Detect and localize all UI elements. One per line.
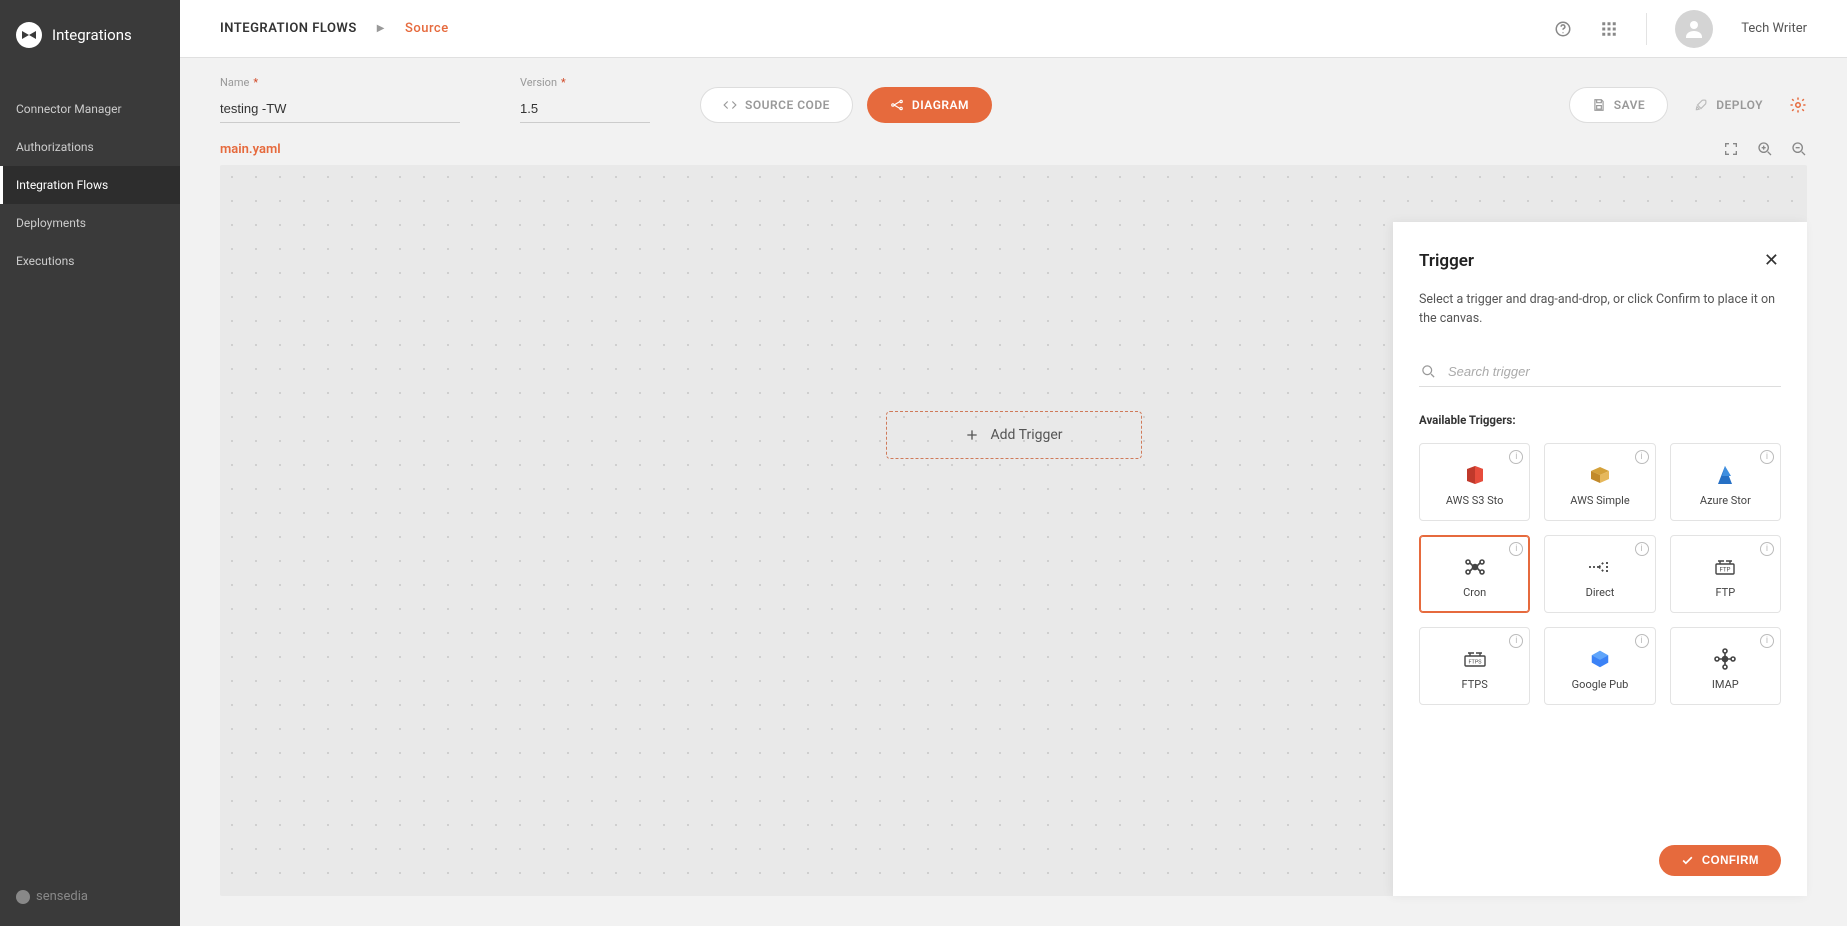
zoom-out-icon[interactable] <box>1791 141 1807 157</box>
info-icon[interactable]: i <box>1760 634 1774 648</box>
canvas[interactable]: Add Trigger Trigger ✕ Select a trigger a… <box>220 165 1807 896</box>
fullscreen-icon[interactable] <box>1723 141 1739 157</box>
trigger-card-azure[interactable]: i Azure Stor <box>1670 443 1781 521</box>
panel-description: Select a trigger and drag-and-drop, or c… <box>1419 291 1781 329</box>
aws-s3-icon <box>1462 462 1488 488</box>
sidebar-item-deployments[interactable]: Deployments <box>0 204 180 242</box>
name-input[interactable] <box>220 95 460 123</box>
info-icon[interactable]: i <box>1635 450 1649 464</box>
confirm-button[interactable]: CONFIRM <box>1659 845 1781 876</box>
ftp-icon: FTP <box>1712 554 1738 580</box>
brand-name: Integrations <box>52 26 132 44</box>
topbar: INTEGRATION FLOWS ▶ Source Tech Writer <box>180 0 1847 58</box>
user-name: Tech Writer <box>1741 21 1807 36</box>
field-name-label: Name* <box>220 76 460 89</box>
canvas-controls <box>1723 141 1807 157</box>
source-code-button[interactable]: SOURCE CODE <box>700 87 853 123</box>
apps-grid-icon[interactable] <box>1600 20 1618 38</box>
deploy-button[interactable]: DEPLOY <box>1694 98 1763 112</box>
trigger-card-aws-simple[interactable]: i AWS Simple <box>1544 443 1655 521</box>
ftps-icon: FTPS <box>1462 646 1488 672</box>
trigger-card-imap[interactable]: i IMAP <box>1670 627 1781 705</box>
plus-icon <box>964 427 980 443</box>
trigger-card-google-pub[interactable]: i Google Pub <box>1544 627 1655 705</box>
sidebar-item-connector-manager[interactable]: Connector Manager <box>0 90 180 128</box>
breadcrumb-root[interactable]: INTEGRATION FLOWS <box>220 21 357 36</box>
aws-box-icon <box>1587 462 1613 488</box>
sidebar: Integrations Connector Manager Authoriza… <box>0 0 180 926</box>
trigger-card-ftps[interactable]: i FTPS FTPS <box>1419 627 1530 705</box>
trigger-card-direct[interactable]: i Direct <box>1544 535 1655 613</box>
sidebar-item-executions[interactable]: Executions <box>0 242 180 280</box>
panel-header: Trigger ✕ <box>1419 248 1781 273</box>
divider <box>1646 13 1647 45</box>
svg-text:FTP: FTP <box>1720 567 1731 574</box>
imap-icon <box>1712 646 1738 672</box>
field-version-label: Version* <box>520 76 650 89</box>
sidebar-nav: Connector Manager Authorizations Integra… <box>0 90 180 280</box>
filename: main.yaml <box>220 142 281 157</box>
toolbar-actions: SAVE DEPLOY <box>1569 87 1807 123</box>
search-row <box>1419 357 1781 387</box>
search-icon <box>1421 364 1436 379</box>
trigger-grid: i AWS S3 Sto i AWS Simple <box>1419 443 1781 725</box>
breadcrumb-leaf: Source <box>405 21 449 36</box>
gcp-icon <box>1587 646 1613 672</box>
available-triggers-label: Available Triggers: <box>1419 413 1781 427</box>
footer-logo-icon <box>16 890 30 904</box>
toolbar: Name* Version* SOURCE CODE DIAGRAM <box>180 58 1847 141</box>
panel-footer: CONFIRM <box>1419 825 1781 876</box>
trigger-panel: Trigger ✕ Select a trigger and drag-and-… <box>1393 222 1807 896</box>
info-icon[interactable]: i <box>1509 634 1523 648</box>
trigger-card-ftp[interactable]: i FTP FTP <box>1670 535 1781 613</box>
info-icon[interactable]: i <box>1635 542 1649 556</box>
trigger-card-cron[interactable]: i Cron <box>1419 535 1530 613</box>
azure-icon <box>1712 462 1738 488</box>
topbar-right: Tech Writer <box>1554 10 1807 48</box>
sidebar-item-authorizations[interactable]: Authorizations <box>0 128 180 166</box>
info-icon[interactable]: i <box>1635 634 1649 648</box>
cron-icon <box>1462 554 1488 580</box>
add-trigger-button[interactable]: Add Trigger <box>886 411 1142 459</box>
footer-brand: sensedia <box>36 889 88 904</box>
settings-icon[interactable] <box>1789 96 1807 114</box>
canvas-wrap: Add Trigger Trigger ✕ Select a trigger a… <box>220 165 1807 896</box>
info-icon[interactable]: i <box>1760 542 1774 556</box>
chevron-right-icon: ▶ <box>377 23 385 34</box>
field-name: Name* <box>220 76 460 123</box>
trigger-card-aws-s3[interactable]: i AWS S3 Sto <box>1419 443 1530 521</box>
help-icon[interactable] <box>1554 20 1572 38</box>
close-icon[interactable]: ✕ <box>1762 248 1781 273</box>
diagram-button[interactable]: DIAGRAM <box>867 87 992 123</box>
direct-icon <box>1587 554 1613 580</box>
sidebar-footer: sensedia <box>0 867 180 926</box>
panel-title: Trigger <box>1419 251 1474 271</box>
zoom-in-icon[interactable] <box>1757 141 1773 157</box>
diagram-icon <box>890 98 904 112</box>
info-icon[interactable]: i <box>1509 542 1523 556</box>
avatar[interactable] <box>1675 10 1713 48</box>
save-icon <box>1592 98 1606 112</box>
file-row: main.yaml <box>180 141 1847 165</box>
info-icon[interactable]: i <box>1760 450 1774 464</box>
brand: Integrations <box>0 0 180 70</box>
version-input[interactable] <box>520 95 650 123</box>
code-icon <box>723 98 737 112</box>
svg-text:FTPS: FTPS <box>1468 660 1482 666</box>
breadcrumb: INTEGRATION FLOWS ▶ Source <box>220 21 449 36</box>
save-button[interactable]: SAVE <box>1569 87 1668 123</box>
main: INTEGRATION FLOWS ▶ Source Tech Writer N… <box>180 0 1847 926</box>
brand-logo-icon <box>16 22 42 48</box>
mode-toggle: SOURCE CODE DIAGRAM <box>700 87 992 123</box>
check-icon <box>1681 854 1694 867</box>
field-version: Version* <box>520 76 650 123</box>
search-trigger-input[interactable] <box>1446 363 1779 380</box>
rocket-icon <box>1694 98 1708 112</box>
sidebar-item-integration-flows[interactable]: Integration Flows <box>0 166 180 204</box>
info-icon[interactable]: i <box>1509 450 1523 464</box>
